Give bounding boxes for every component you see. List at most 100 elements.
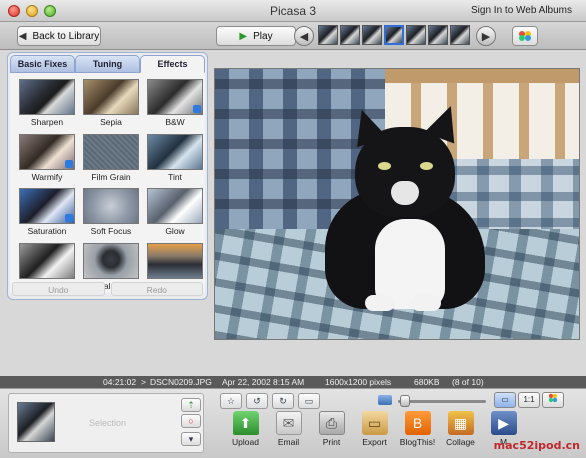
effect-thumbnail[interactable] (19, 188, 75, 224)
effect-thumbnail[interactable] (147, 133, 203, 170)
tab-tuning[interactable]: Tuning (75, 55, 140, 73)
export-folder-icon: ▭ (361, 411, 388, 435)
effect-thumbnail[interactable] (147, 79, 203, 115)
effects-grid: Sharpen Sepia B&W Warmify Film Grain Tint Satu… (10, 73, 205, 293)
effect-thumbnail[interactable] (147, 242, 203, 279)
effect-thumbnail[interactable] (83, 133, 139, 170)
effect-item[interactable]: B&W (146, 79, 204, 130)
cat-left-paw (365, 295, 395, 311)
action-collage-button[interactable]: ▦ Collage (439, 411, 482, 447)
filmstrip-thumbnail[interactable] (318, 25, 338, 45)
filmstrip-thumbnail[interactable] (450, 25, 470, 45)
effect-item[interactable]: Sepia (82, 79, 140, 130)
play-label: Play (253, 30, 273, 42)
effect-item[interactable]: Sharpen (18, 79, 76, 130)
zoom-control (378, 395, 488, 407)
movie-icon: ▶ (490, 411, 517, 435)
action-email-button[interactable]: ✉ Email (267, 411, 310, 447)
play-slideshow-button[interactable]: ▶ Play (216, 26, 296, 46)
tray-thumbnail[interactable] (17, 402, 55, 442)
previous-photo-button[interactable]: ◀ (294, 26, 314, 46)
action-upload-button[interactable]: ⬆ Upload (224, 411, 267, 447)
picasa-color-button[interactable] (512, 26, 538, 46)
email-icon: ✉ (275, 411, 302, 435)
tag-button[interactable]: ▭ (298, 393, 320, 409)
effect-thumbnail[interactable] (83, 79, 139, 115)
effect-item[interactable]: Tint (146, 133, 204, 185)
right-arrow-icon: ▶ (481, 30, 491, 43)
back-arrow-icon: ◀ (18, 30, 27, 42)
effect-item[interactable]: Saturation (18, 188, 76, 239)
undo-button[interactable]: Undo (12, 282, 105, 296)
effect-label: Film Grain (91, 171, 131, 182)
action-blogthis-button[interactable]: B BlogThis! (396, 411, 439, 447)
rotate-right-button[interactable]: ↻ (272, 393, 294, 409)
action-label: Export (362, 437, 387, 447)
tab-basic-fixes[interactable]: Basic Fixes (10, 55, 75, 73)
clear-circle-icon: ○ (188, 416, 194, 426)
rotate-left-button[interactable]: ↺ (246, 393, 268, 409)
filmstrip-thumbnail[interactable] (428, 25, 448, 45)
zoom-slider-knob[interactable] (400, 395, 410, 407)
effect-thumbnail[interactable] (83, 242, 139, 279)
effect-item[interactable]: Warmify (18, 133, 76, 185)
compare-button[interactable] (542, 392, 564, 408)
filmstrip (318, 25, 470, 45)
effect-label: B&W (165, 117, 185, 127)
effect-info-icon (193, 105, 201, 113)
action-export-button[interactable]: ▭ Export (353, 411, 396, 447)
undo-redo-bar: Undo Redo (12, 282, 203, 296)
photo-viewer[interactable] (214, 68, 580, 340)
zoom-slider-track[interactable] (398, 400, 486, 403)
clear-tray-button[interactable]: ○ (181, 414, 201, 428)
action-label: Print (322, 437, 341, 447)
rotate-right-icon: ↻ (279, 396, 287, 406)
effect-thumbnail[interactable] (83, 188, 139, 224)
action-buttons: ⬆ Upload ✉ Email ⎙ Print ▭ Export B BlogThis! ▦ Col… (224, 411, 525, 447)
redo-button[interactable]: Redo (110, 282, 203, 296)
filmstrip-thumbnail[interactable] (406, 25, 426, 45)
tag-icon: ▭ (304, 396, 314, 406)
effect-thumbnail[interactable] (147, 188, 203, 224)
sign-in-web-albums-link[interactable]: Sign In to Web Albums (471, 5, 572, 16)
effect-item[interactable]: Film Grain (82, 133, 140, 185)
back-to-library-button[interactable]: ◀ Back to Library (17, 26, 101, 46)
green-pin-icon: ⇡ (187, 400, 195, 410)
effect-thumbnail[interactable] (19, 79, 75, 115)
actual-size-button[interactable]: 1:1 (518, 392, 540, 408)
effect-thumbnail[interactable] (19, 133, 75, 170)
effect-item[interactable]: Soft Focus (82, 188, 140, 239)
upload-icon: ⬆ (232, 411, 259, 435)
effect-item[interactable]: Glow (146, 188, 204, 239)
info-position: (8 of 10) (452, 377, 484, 387)
effect-label: Sharpen (30, 117, 64, 127)
effect-label: Saturation (27, 226, 67, 236)
effect-info-icon (65, 214, 73, 222)
left-arrow-icon: ◀ (299, 30, 309, 43)
view-mode-buttons: ▭ 1:1 (494, 392, 564, 408)
add-to-album-button[interactable]: ▾ (181, 432, 201, 446)
print-icon: ⎙ (318, 411, 345, 435)
filmstrip-thumbnail[interactable] (384, 25, 404, 45)
filmstrip-thumbnail[interactable] (340, 25, 360, 45)
fit-view-button[interactable]: ▭ (494, 392, 516, 408)
info-time: 04:21:02 (103, 377, 137, 387)
info-filename: DSCN0209.JPG (150, 377, 212, 387)
photo (215, 69, 579, 339)
next-photo-button[interactable]: ▶ (476, 26, 496, 46)
star-icon: ☆ (226, 396, 236, 406)
info-dimensions: 1600x1200 pixels (325, 377, 392, 387)
tab-effects[interactable]: Effects (140, 55, 205, 73)
cat-left-eye (378, 162, 391, 170)
actual-size-icon: 1:1 (523, 395, 535, 404)
toolbar: ◀ Back to Library ▶ Play ◀ ▶ (0, 22, 586, 50)
star-button[interactable]: ☆ (220, 393, 242, 409)
filmstrip-thumbnail[interactable] (362, 25, 382, 45)
action-print-button[interactable]: ⎙ Print (310, 411, 353, 447)
title-bar: Picasa 3 Sign In to Web Albums (0, 0, 586, 22)
info-filesize: 680KB (414, 377, 440, 387)
photo-tray: Selection ⇡ ○ ▾ (8, 393, 204, 453)
hold-pin-button[interactable]: ⇡ (181, 398, 201, 412)
action-label: Upload (232, 437, 259, 447)
effect-thumbnail[interactable] (19, 242, 75, 279)
